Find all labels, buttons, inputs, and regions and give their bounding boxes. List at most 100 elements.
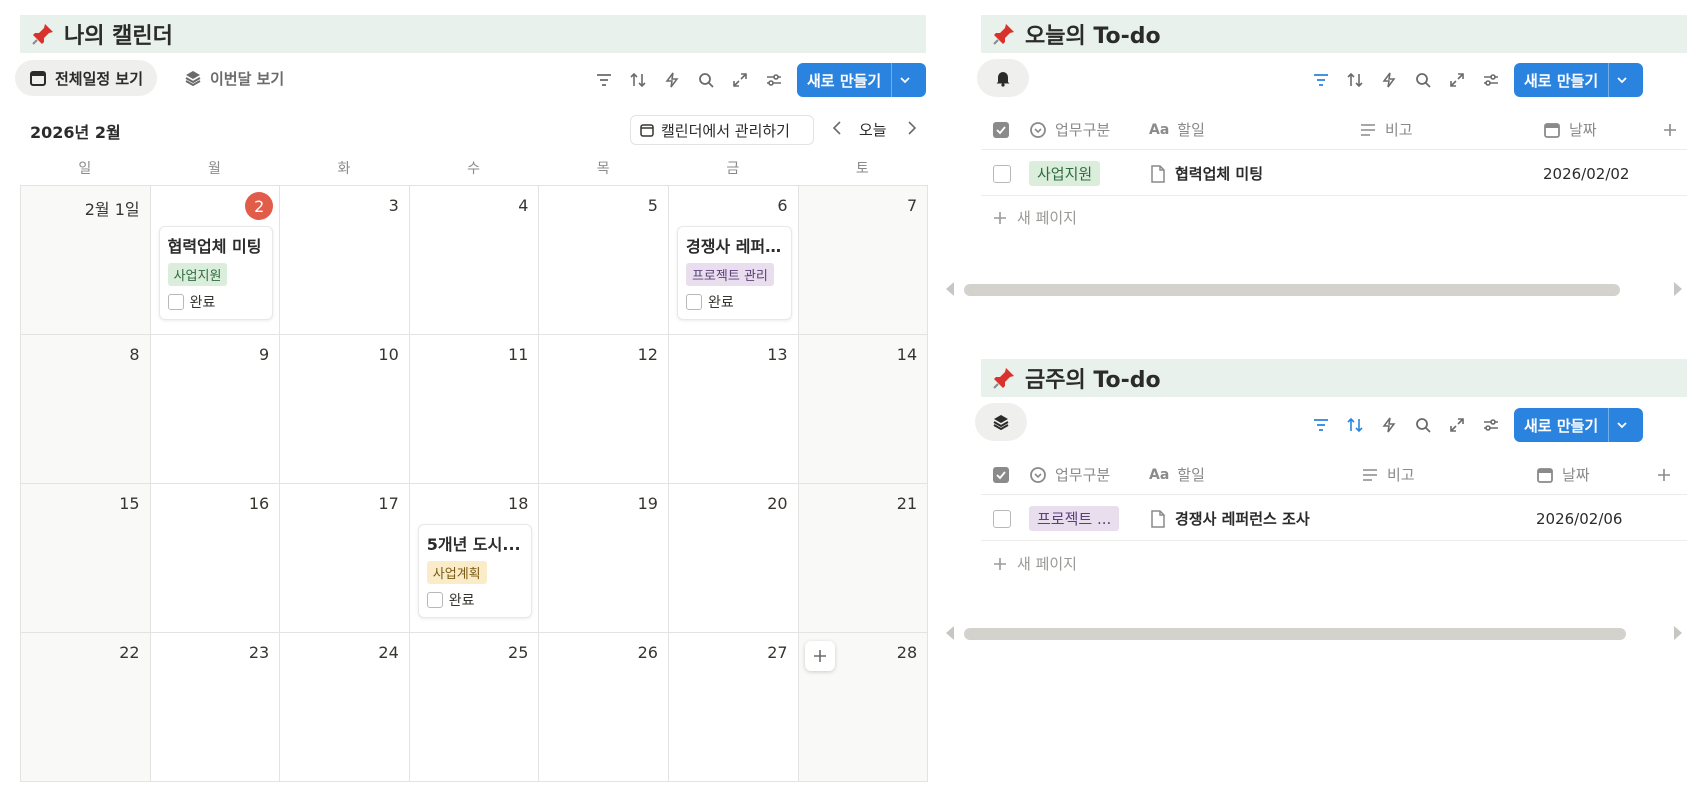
scroll-left-icon[interactable]: [946, 282, 954, 296]
new-page-button[interactable]: 새 페이지: [993, 207, 1077, 228]
scroll-thumb[interactable]: [964, 628, 1626, 640]
day-cell[interactable]: 19: [539, 484, 669, 633]
sort-icon[interactable]: [1338, 408, 1372, 442]
column-header[interactable]: 할일: [1177, 464, 1205, 485]
expand-icon[interactable]: [723, 63, 757, 97]
expand-icon[interactable]: [1440, 63, 1474, 97]
day-cell[interactable]: 16: [150, 484, 281, 633]
task-title[interactable]: 협력업체 미팅: [1175, 163, 1263, 184]
chevron-down-icon[interactable]: [1608, 63, 1634, 97]
day-cell[interactable]: 21: [798, 484, 929, 633]
page-icon: [1151, 164, 1165, 183]
manage-in-calendar-button[interactable]: 캘린더에서 관리하기: [630, 115, 814, 145]
plus-icon[interactable]: [1657, 468, 1671, 482]
chevron-down-icon[interactable]: [1608, 408, 1634, 442]
day-cell[interactable]: 23: [150, 633, 281, 782]
day-cell[interactable]: 2 협력업체 미팅 사업지원 완료: [150, 186, 281, 335]
filter-icon[interactable]: [587, 63, 621, 97]
column-header[interactable]: 할일: [1177, 119, 1205, 140]
done-checkbox[interactable]: [167, 294, 184, 310]
day-cell[interactable]: 8: [21, 335, 151, 484]
day-cell[interactable]: 13: [668, 335, 799, 484]
sort-icon[interactable]: [621, 63, 655, 97]
week-new-button[interactable]: 새로 만들기: [1514, 408, 1643, 442]
day-cell[interactable]: 22: [21, 633, 151, 782]
scroll-right-icon[interactable]: [1674, 626, 1682, 640]
day-cell[interactable]: 11: [409, 335, 540, 484]
filter-icon[interactable]: [1304, 63, 1338, 97]
day-cell[interactable]: 9: [150, 335, 281, 484]
column-header[interactable]: 비고: [1387, 464, 1415, 485]
horizontal-scrollbar[interactable]: [944, 626, 1684, 640]
view-bell-button[interactable]: [977, 59, 1029, 97]
done-checkbox[interactable]: [426, 592, 443, 608]
settings-sliders-icon[interactable]: [757, 63, 791, 97]
event-card[interactable]: 협력업체 미팅 사업지원 완료: [158, 226, 274, 320]
today-button[interactable]: 오늘: [859, 119, 887, 140]
column-header[interactable]: 날짜: [1562, 464, 1590, 485]
expand-icon[interactable]: [1440, 408, 1474, 442]
horizontal-scrollbar[interactable]: [944, 282, 1684, 296]
day-cell[interactable]: 17: [280, 484, 410, 633]
day-number: 10: [378, 345, 399, 364]
day-cell[interactable]: 25: [409, 633, 540, 782]
column-header[interactable]: 비고: [1385, 119, 1413, 140]
day-cell[interactable]: 28: [798, 633, 929, 782]
day-cell[interactable]: 27: [668, 633, 799, 782]
sort-icon[interactable]: [1338, 63, 1372, 97]
new-button-label[interactable]: 새로 만들기: [797, 63, 891, 97]
search-icon[interactable]: [689, 63, 723, 97]
view-layers-button[interactable]: [975, 403, 1027, 441]
scroll-left-icon[interactable]: [946, 626, 954, 640]
search-icon[interactable]: [1406, 408, 1440, 442]
day-cell[interactable]: 24: [280, 633, 410, 782]
tab-all-schedule[interactable]: 전체일정 보기: [15, 60, 158, 96]
event-card[interactable]: 경쟁사 레퍼... 프로젝트 관리 완료: [676, 226, 792, 320]
day-cell[interactable]: 26: [539, 633, 669, 782]
new-page-button[interactable]: 새 페이지: [993, 553, 1077, 574]
lightning-icon[interactable]: [1372, 63, 1406, 97]
done-checkbox[interactable]: [685, 294, 702, 310]
filter-icon[interactable]: [1304, 408, 1338, 442]
column-header[interactable]: 날짜: [1569, 119, 1597, 140]
date-cell[interactable]: 2026/02/06: [1536, 510, 1622, 528]
scroll-right-icon[interactable]: [1674, 282, 1682, 296]
new-button-label[interactable]: 새로 만들기: [1514, 63, 1608, 97]
tab-this-month[interactable]: 이번달 보기: [170, 60, 298, 96]
settings-sliders-icon[interactable]: [1474, 408, 1508, 442]
day-cell[interactable]: 4: [409, 186, 540, 335]
date-cell[interactable]: 2026/02/02: [1543, 165, 1629, 183]
day-cell[interactable]: 5: [539, 186, 669, 335]
task-title[interactable]: 경쟁사 레퍼런스 조사: [1175, 508, 1310, 529]
day-cell[interactable]: 14: [798, 335, 929, 484]
settings-sliders-icon[interactable]: [1474, 63, 1508, 97]
day-cell[interactable]: 18 5개년 도시... 사업계획 완료: [409, 484, 540, 633]
day-cell[interactable]: 7: [798, 186, 929, 335]
scroll-thumb[interactable]: [964, 284, 1620, 296]
calendar-new-button[interactable]: 새로 만들기: [797, 63, 926, 97]
column-header[interactable]: 업무구분: [1055, 464, 1110, 485]
column-header[interactable]: 업무구분: [1055, 119, 1110, 140]
today-new-button[interactable]: 새로 만들기: [1514, 63, 1643, 97]
day-cell[interactable]: 12: [539, 335, 669, 484]
chevron-down-icon[interactable]: [891, 63, 917, 97]
row-checkbox[interactable]: [993, 164, 1011, 183]
row-checkbox[interactable]: [993, 509, 1011, 528]
event-card[interactable]: 5개년 도시... 사업계획 완료: [417, 524, 533, 618]
new-button-label[interactable]: 새로 만들기: [1514, 408, 1608, 442]
table-row[interactable]: 프로젝트 ... 경쟁사 레퍼런스 조사 2026/02/06: [981, 497, 1687, 541]
table-row[interactable]: 사업지원 협력업체 미팅 2026/02/02: [981, 152, 1687, 196]
chevron-left-icon[interactable]: [830, 120, 844, 140]
lightning-icon[interactable]: [655, 63, 689, 97]
add-event-button[interactable]: [804, 641, 835, 671]
plus-icon[interactable]: [1663, 123, 1677, 137]
day-cell[interactable]: 15: [21, 484, 151, 633]
day-cell[interactable]: 20: [668, 484, 799, 633]
day-cell[interactable]: 6 경쟁사 레퍼... 프로젝트 관리 완료: [668, 186, 799, 335]
chevron-right-icon[interactable]: [905, 120, 919, 140]
search-icon[interactable]: [1406, 63, 1440, 97]
day-cell[interactable]: 3: [280, 186, 410, 335]
lightning-icon[interactable]: [1372, 408, 1406, 442]
day-cell[interactable]: 2월 1일: [21, 186, 151, 335]
day-cell[interactable]: 10: [280, 335, 410, 484]
